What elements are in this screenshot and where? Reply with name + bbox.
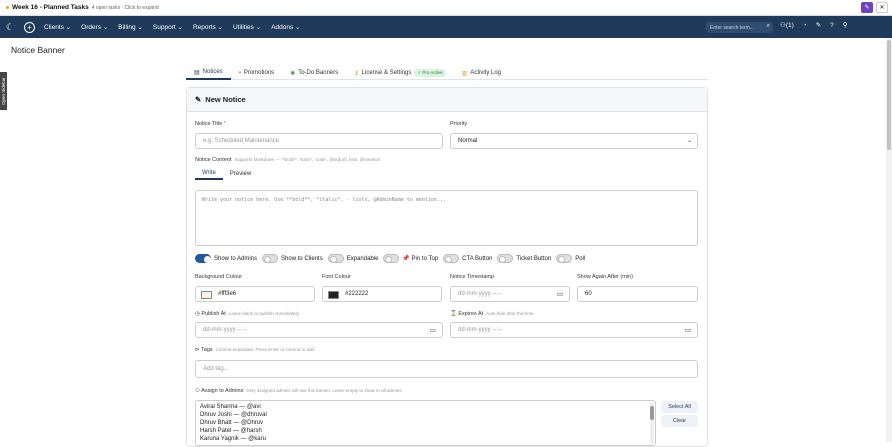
tab-bar: ▤ Notices ▪ Promotions ✱ To-Do Banners ⚷ Lic…: [186, 66, 708, 80]
expires-at-label: ⌛ Expires At Auto-hide after this time.: [450, 311, 535, 317]
bg-colour-label: Background Colour: [195, 274, 243, 280]
toggle-pin-to-top[interactable]: 📌 Pin to Top: [383, 254, 438, 263]
dashboard-icon[interactable]: ◔: [803, 22, 807, 29]
calendar-icon[interactable]: ▭: [430, 326, 436, 334]
tag-icon: ⊳: [195, 347, 200, 353]
timestamp-input[interactable]: dd-mm-yyyy --:-- ▭: [450, 286, 570, 302]
pro-active-badge: ✓ Pro Active: [414, 69, 446, 77]
task-bar[interactable]: Week 16 - Planned Tasks 4 open tasks · C…: [0, 0, 892, 16]
tags-input[interactable]: Add tag...: [195, 360, 698, 378]
bg-colour-input[interactable]: #fff3e6: [195, 286, 315, 302]
card-title: New Notice: [205, 95, 246, 104]
list-item[interactable]: Aviral Sharma — @avi: [200, 403, 651, 411]
toggle-ticket-button[interactable]: Ticket Button: [497, 254, 551, 263]
nav-menu-support[interactable]: Support ⌄: [153, 23, 183, 31]
chevron-down-icon: ⌄: [686, 138, 692, 144]
nav-menu-orders[interactable]: Orders ⌄: [81, 23, 108, 31]
page-scrollbar[interactable]: [886, 38, 892, 442]
notice-icon: ▤: [194, 69, 200, 76]
font-colour-label: Font Colour: [322, 274, 351, 280]
promotion-icon: ▪: [238, 70, 241, 76]
notice-content-label: Notice Content Supports Markdown — **bold…: [195, 157, 381, 163]
assign-admins-label: ⚇ Assign to Admins Only assigned admins w…: [195, 388, 403, 394]
toggle-switch[interactable]: [497, 254, 514, 263]
tab-license-settings[interactable]: ⚷ License & Settings ✓ Pro Active: [346, 66, 453, 80]
toggle-expandable[interactable]: Expandable: [327, 254, 378, 263]
expires-at-input[interactable]: dd-mm-yyyy --:-- ▭: [450, 322, 698, 338]
nav-menu-clients[interactable]: Clients ⌄: [44, 23, 71, 31]
toggle-show-to-clients[interactable]: Show to Clients: [262, 254, 323, 263]
font-colour-input[interactable]: #222222: [322, 286, 442, 302]
publish-at-input[interactable]: dd-mm-yyyy --:-- ▭: [195, 322, 443, 338]
tab-write[interactable]: Write: [195, 168, 223, 180]
toggle-switch[interactable]: [443, 254, 460, 263]
edit-icon: ✎: [195, 95, 202, 104]
calendar-icon[interactable]: ▭: [685, 326, 691, 334]
toggle-switch[interactable]: [383, 254, 400, 263]
users-icon: ⚇: [195, 388, 200, 394]
list-item[interactable]: Harsh Patel — @harsh: [200, 427, 651, 435]
search-icon[interactable]: ⌕: [767, 23, 770, 30]
nav-menu-billing[interactable]: Billing ⌄: [118, 23, 143, 31]
todo-icon: ✱: [290, 70, 296, 77]
toggle-switch[interactable]: [262, 254, 279, 263]
list-item[interactable]: Dhruv Bhatt — @Dhruv: [200, 419, 651, 427]
toggle-switch[interactable]: [195, 254, 211, 263]
open-sidebar-tab[interactable]: Open Sidebar: [0, 72, 7, 110]
brand-logo-icon[interactable]: ☾: [6, 22, 16, 32]
calendar-icon[interactable]: ▭: [557, 290, 563, 298]
toggle-switch[interactable]: [556, 254, 573, 263]
close-icon[interactable]: ✕: [876, 2, 888, 13]
hourglass-icon: ⌛: [450, 311, 457, 317]
select-all-button[interactable]: Select All: [661, 401, 698, 413]
timestamp-label: Notice Timestamp: [450, 274, 495, 280]
toggle-cta-button[interactable]: CTA Button: [443, 254, 492, 263]
notice-content-textarea[interactable]: Write your notice here. Use **bold**, *i…: [195, 190, 698, 246]
toggle-show-to-admins[interactable]: Show to Admins: [195, 254, 257, 263]
status-dot-icon: [6, 6, 9, 9]
help-icon[interactable]: ?: [830, 22, 834, 29]
tab-activity-log[interactable]: ▥ Activity Log: [454, 66, 509, 80]
toggle-switch[interactable]: [327, 254, 344, 263]
page-title: Notice Banner: [11, 45, 65, 55]
search-input[interactable]: Enter search term... ⌕: [706, 22, 773, 33]
log-icon: ▥: [461, 70, 468, 77]
add-new-icon[interactable]: +: [24, 21, 35, 33]
admin-select-list[interactable]: Aviral Sharma — @avi Dhruv Joshi — @dhru…: [195, 400, 656, 446]
bg-colour-swatch[interactable]: [201, 291, 212, 299]
publish-at-label: ◷ Publish At Leave blank to publish immed…: [195, 311, 300, 317]
clock-icon: ◷: [195, 311, 200, 317]
tab-todo-banners[interactable]: ✱ To-Do Banners: [282, 66, 346, 80]
tab-preview[interactable]: Preview: [223, 168, 258, 180]
list-item[interactable]: Dhruv Joshi — @dhruval: [200, 411, 651, 419]
editor-tabs: Write Preview: [195, 168, 258, 180]
nav-menu-utilities[interactable]: Utilities ⌄: [233, 23, 261, 31]
priority-select[interactable]: Normal ⌄: [450, 133, 698, 149]
nav-menu-reports[interactable]: Reports ⌄: [193, 23, 223, 31]
tab-promotions[interactable]: ▪ Promotions: [231, 66, 283, 80]
notifications-icon[interactable]: ⚇(1): [780, 21, 794, 29]
card-header: ✎ New Notice: [187, 88, 707, 112]
task-bar-title: Week 16 - Planned Tasks: [12, 4, 89, 11]
new-notice-card: ✎ New Notice Notice Title * e.g. Schedul…: [186, 87, 708, 447]
pen-icon[interactable]: ✎: [816, 21, 821, 29]
priority-label: Priority: [450, 121, 468, 127]
show-again-label: Show Again After (min): [577, 274, 633, 280]
toggle-row: Show to Admins Show to Clients Expandabl…: [195, 254, 590, 263]
font-colour-swatch[interactable]: [328, 291, 339, 299]
key-icon: ⚷: [354, 70, 359, 77]
show-again-input[interactable]: 60: [577, 286, 698, 302]
task-bar-subtitle: 4 open tasks · Click to expand: [91, 4, 159, 11]
main-navbar: ☾ + Clients ⌄ Orders ⌄ Billing ⌄ Support…: [0, 16, 892, 38]
clear-button[interactable]: Clear: [661, 415, 698, 427]
nav-menu-addons[interactable]: Addons ⌄: [271, 23, 300, 31]
notice-title-label: Notice Title *: [195, 121, 226, 127]
notice-title-input[interactable]: e.g. Scheduled Maintenance: [195, 133, 443, 149]
list-scrollbar[interactable]: [650, 402, 654, 444]
toggle-poll[interactable]: Poll: [556, 254, 585, 263]
tab-notices[interactable]: ▤ Notices: [186, 66, 231, 80]
user-icon[interactable]: ⚲: [843, 21, 848, 29]
edit-icon[interactable]: ✎: [861, 2, 873, 13]
tags-label: ⊳ Tags Comma-separated. Press Enter or co…: [195, 347, 316, 353]
